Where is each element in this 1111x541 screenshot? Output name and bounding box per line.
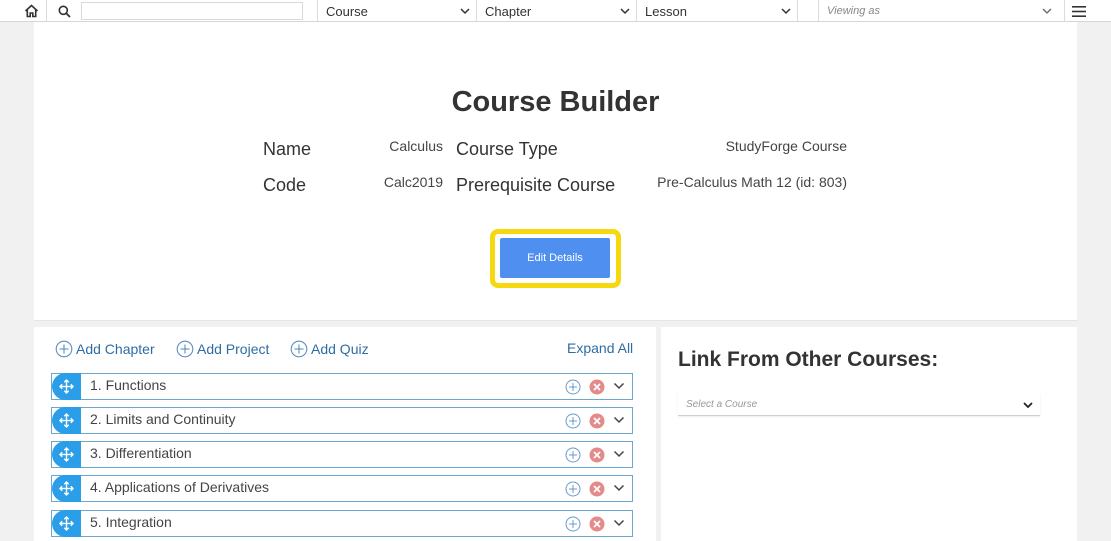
add-lesson-icon[interactable]	[565, 516, 581, 532]
edit-details-button[interactable]: Edit Details	[500, 238, 610, 278]
lesson-dropdown-label: Lesson	[645, 3, 687, 19]
chevron-down-icon[interactable]	[613, 448, 625, 460]
name-label: Name	[263, 139, 312, 159]
viewing-as-dropdown[interactable]: Viewing as	[819, 0, 1058, 22]
chapter-row[interactable]: 2. Limits and Continuity	[51, 407, 633, 434]
chevron-down-icon	[620, 8, 630, 15]
code-value: Calc2019	[383, 174, 443, 190]
link-courses-title: Link From Other Courses:	[678, 348, 939, 371]
chevron-down-icon	[1023, 401, 1033, 408]
add-quiz-label: Add Quiz	[311, 341, 369, 357]
select-course-dropdown[interactable]: Select a Course	[678, 394, 1040, 416]
chapter-dropdown-label: Chapter	[485, 3, 532, 19]
page-title: Course Builder	[451, 86, 660, 118]
delete-icon[interactable]	[589, 481, 605, 497]
course-type-value: StudyForge Course	[725, 138, 847, 154]
home-icon[interactable]	[20, 0, 42, 22]
course-dropdown[interactable]: Course	[318, 0, 476, 22]
chapter-title: 3. Differentiation	[90, 445, 192, 461]
chapter-row[interactable]: 1. Functions	[51, 373, 633, 400]
chapter-row[interactable]: 4. Applications of Derivatives	[51, 475, 633, 502]
delete-icon[interactable]	[589, 413, 605, 429]
plus-circle-icon	[290, 340, 308, 358]
hamburger-menu-icon[interactable]	[1068, 0, 1090, 22]
chevron-down-icon[interactable]	[613, 380, 625, 392]
top-navigation-bar: Course Chapter Lesson Viewing as	[0, 0, 1111, 22]
course-details-card: Course Builder Name Calculus Code Calc20…	[34, 22, 1077, 321]
course-dropdown-label: Course	[326, 3, 368, 19]
add-chapter-button[interactable]: Add Chapter	[55, 340, 155, 358]
chapter-title: 1. Functions	[90, 377, 167, 393]
add-lesson-icon[interactable]	[565, 379, 581, 395]
drag-handle-icon[interactable]	[52, 510, 81, 537]
add-lesson-icon[interactable]	[565, 447, 581, 463]
select-course-placeholder: Select a Course	[686, 399, 758, 410]
chapter-row[interactable]: 3. Differentiation	[51, 441, 633, 468]
name-value: Calculus	[389, 138, 443, 154]
add-chapter-label: Add Chapter	[76, 341, 155, 357]
add-quiz-button[interactable]: Add Quiz	[290, 340, 369, 358]
lesson-dropdown[interactable]: Lesson	[637, 0, 797, 22]
search-input[interactable]	[81, 2, 303, 20]
chevron-down-icon	[1042, 8, 1052, 14]
chevron-down-icon[interactable]	[613, 482, 625, 494]
plus-circle-icon	[176, 340, 194, 358]
plus-circle-icon	[55, 340, 73, 358]
add-lesson-icon[interactable]	[565, 413, 581, 429]
delete-icon[interactable]	[589, 379, 605, 395]
prerequisite-course-label: Prerequisite Course	[456, 175, 616, 195]
code-label: Code	[263, 175, 307, 195]
search-icon[interactable]	[54, 0, 74, 22]
drag-handle-icon[interactable]	[52, 475, 81, 502]
chapter-dropdown[interactable]: Chapter	[477, 0, 636, 22]
add-lesson-icon[interactable]	[565, 481, 581, 497]
viewing-as-placeholder: Viewing as	[827, 5, 880, 17]
add-project-label: Add Project	[197, 341, 270, 357]
drag-handle-icon[interactable]	[52, 441, 81, 468]
add-project-button[interactable]: Add Project	[176, 340, 269, 358]
chevron-down-icon	[460, 8, 470, 15]
chapter-title: 2. Limits and Continuity	[90, 411, 236, 427]
chevron-down-icon[interactable]	[613, 414, 625, 426]
chapter-row[interactable]: 5. Integration	[51, 510, 633, 537]
expand-all-button[interactable]: Expand All	[567, 340, 633, 356]
chapter-title: 5. Integration	[90, 514, 172, 530]
chevron-down-icon[interactable]	[613, 517, 625, 529]
delete-icon[interactable]	[589, 516, 605, 532]
drag-handle-icon[interactable]	[52, 407, 81, 434]
course-type-label: Course Type	[456, 139, 558, 159]
chevron-down-icon	[781, 8, 791, 15]
chapter-title: 4. Applications of Derivatives	[90, 479, 269, 495]
delete-icon[interactable]	[589, 447, 605, 463]
drag-handle-icon[interactable]	[52, 373, 81, 400]
prerequisite-course-value: Pre-Calculus Math 12 (id: 803)	[657, 174, 847, 190]
chapter-builder-panel	[34, 327, 656, 541]
